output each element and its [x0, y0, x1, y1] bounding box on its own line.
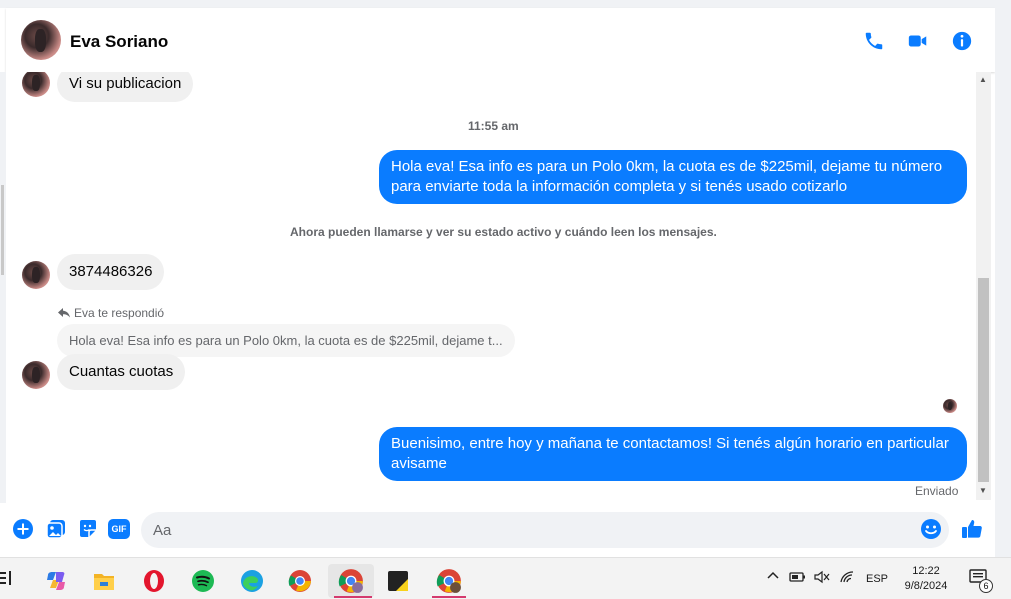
gif-icon[interactable]: GIF — [107, 517, 131, 541]
battery-icon[interactable] — [789, 570, 807, 587]
reply-arrow-icon — [58, 307, 70, 317]
sticky-notes-icon[interactable] — [378, 564, 418, 598]
contact-name[interactable]: Eva Soriano — [70, 32, 168, 52]
incoming-message[interactable]: Vi su publicacion — [57, 72, 194, 102]
message-timestamp: 11:55 am — [468, 119, 519, 133]
reply-header-label: Eva te respondió — [74, 306, 165, 320]
scroll-up-arrow-icon[interactable]: ▲ — [979, 75, 987, 84]
sender-avatar[interactable] — [22, 261, 50, 289]
scrollbar-thumb[interactable] — [978, 278, 989, 482]
outgoing-message[interactable]: Buenisimo, entre hoy y mañana te contact… — [379, 427, 967, 481]
notification-center-icon[interactable]: 6 — [969, 569, 993, 593]
show-hidden-icons-icon[interactable] — [767, 570, 779, 585]
wifi-icon[interactable] — [839, 570, 855, 587]
emoji-icon[interactable] — [920, 518, 942, 540]
scroll-down-arrow-icon[interactable]: ▼ — [979, 486, 987, 495]
top-strip — [0, 0, 995, 8]
active-app-indicator — [334, 596, 372, 598]
edge-icon[interactable] — [232, 564, 272, 598]
info-icon[interactable] — [950, 29, 974, 53]
left-scroll-marker — [1, 185, 4, 275]
outgoing-message[interactable]: Hola eva! Esa info es para un Polo 0km, … — [379, 150, 967, 204]
plus-icon[interactable] — [11, 517, 35, 541]
chrome-icon[interactable] — [280, 564, 320, 598]
file-explorer-icon[interactable] — [84, 564, 124, 598]
gallery-icon[interactable] — [44, 517, 68, 541]
quoted-message[interactable]: Hola eva! Esa info es para un Polo 0km, … — [57, 324, 515, 357]
message-composer: GIF — [0, 503, 995, 557]
seen-avatar — [943, 399, 957, 413]
incoming-message[interactable]: Cuantas cuotas — [57, 354, 186, 390]
reply-header: Eva te respondió — [58, 306, 164, 320]
right-border — [995, 0, 1011, 557]
contact-avatar[interactable] — [21, 20, 61, 60]
sender-avatar[interactable] — [22, 72, 50, 97]
task-view-icon[interactable] — [0, 570, 16, 586]
thumbs-up-icon[interactable] — [960, 517, 984, 541]
messenger-window: Eva Soriano Vi su publicacion 11:55 am H… — [0, 0, 1011, 557]
system-clock[interactable]: 12:22 9/8/2024 — [896, 564, 956, 594]
system-notice: Ahora pueden llamarse y ver su estado ac… — [290, 225, 717, 239]
chrome-profile-active-icon[interactable] — [328, 564, 374, 598]
phone-icon[interactable] — [862, 29, 886, 53]
incoming-message[interactable]: 3874486326 — [57, 254, 165, 290]
language-indicator[interactable]: ESP — [866, 573, 888, 585]
windows-taskbar: ESP 12:22 9/8/2024 6 — [0, 557, 1011, 599]
gif-label: GIF — [111, 524, 127, 534]
clock-time: 12:22 — [912, 565, 940, 577]
message-list[interactable]: Vi su publicacion 11:55 am Hola eva! Esa… — [6, 72, 976, 502]
sticker-icon[interactable] — [76, 517, 100, 541]
chrome-profile-icon[interactable] — [428, 564, 470, 598]
sender-avatar[interactable] — [22, 361, 50, 389]
video-camera-icon[interactable] — [906, 29, 930, 53]
running-app-indicator — [432, 596, 466, 598]
notification-count-badge: 6 — [979, 579, 993, 593]
delivery-status: Enviado — [915, 484, 959, 498]
message-input[interactable] — [141, 512, 949, 548]
volume-muted-icon[interactable] — [814, 570, 830, 587]
opera-icon[interactable] — [134, 564, 174, 598]
clock-date: 9/8/2024 — [904, 580, 948, 592]
copilot-icon[interactable] — [36, 564, 76, 598]
chat-scrollbar[interactable]: ▲ ▼ — [976, 72, 991, 500]
spotify-icon[interactable] — [183, 564, 223, 598]
chat-header: Eva Soriano — [6, 8, 995, 72]
